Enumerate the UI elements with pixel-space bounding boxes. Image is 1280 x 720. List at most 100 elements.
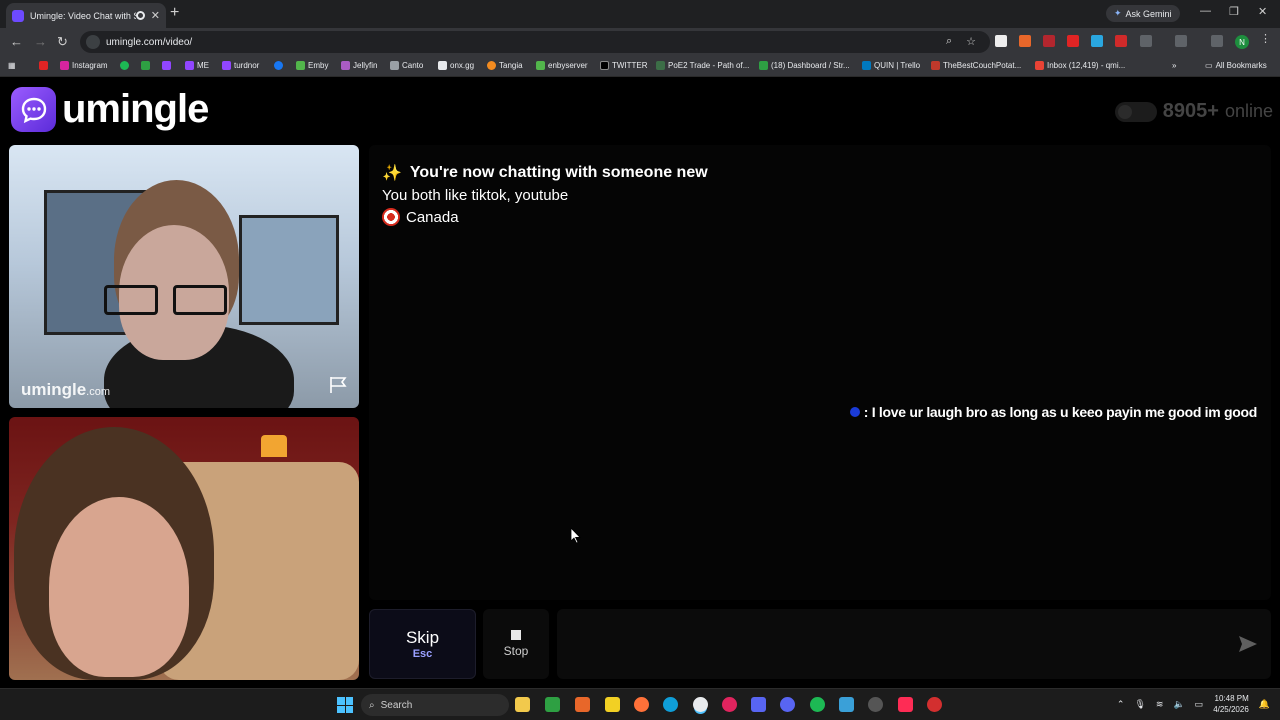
bookmark-emby[interactable]: Emby xyxy=(296,61,328,70)
maximize-icon[interactable]: ❐ xyxy=(1229,5,1239,18)
bookmark-youtube[interactable] xyxy=(39,61,48,70)
extension-red-icon[interactable] xyxy=(1043,35,1055,47)
bookmark-tangia[interactable]: Tangia xyxy=(487,61,523,70)
lamp xyxy=(261,435,287,457)
bookmark-label: ME xyxy=(197,61,209,70)
app-blue-icon[interactable] xyxy=(751,697,766,712)
search-icon: ⌕ xyxy=(369,699,375,711)
bookmark-star-icon[interactable]: ☆ xyxy=(966,35,976,48)
app-orange-icon[interactable] xyxy=(575,697,590,712)
file-explorer-icon[interactable] xyxy=(515,697,530,712)
stranger-country: Canada xyxy=(382,208,459,226)
bookmark-twitter[interactable]: TWITTER xyxy=(600,61,648,70)
youtube-icon xyxy=(39,61,48,70)
message-input[interactable] xyxy=(557,609,1271,679)
stop-label: Stop xyxy=(503,644,529,658)
url-text: umingle.com/video/ xyxy=(106,36,193,48)
browser-toolbar: ← → ↻ umingle.com/video/ ⌕ ☆ ⋮ xyxy=(0,28,1280,56)
battery-icon[interactable]: ▭ xyxy=(1195,699,1204,710)
forward-icon[interactable]: → xyxy=(34,34,47,49)
skip-hotkey: Esc xyxy=(412,648,433,660)
chrome-icon[interactable] xyxy=(693,697,708,712)
edge-icon[interactable] xyxy=(663,697,678,712)
site-info-icon[interactable] xyxy=(86,35,100,49)
volume-icon[interactable]: 🔈 xyxy=(1173,699,1184,710)
extension-youtube-icon[interactable] xyxy=(1067,35,1079,47)
all-bookmarks-label: All Bookmarks xyxy=(1215,61,1267,70)
microphone-icon[interactable]: 🎙 xyxy=(1134,699,1145,710)
bookmark-canto[interactable]: Canto xyxy=(390,61,423,70)
report-flag-icon[interactable] xyxy=(327,376,349,394)
ask-gemini-label: Ask Gemini xyxy=(1125,8,1172,19)
spotify-icon[interactable] xyxy=(810,697,825,712)
bookmark-me[interactable]: ME xyxy=(185,61,209,70)
bookmark-spotify[interactable] xyxy=(120,61,129,70)
windows-taskbar: ⌕ Search ⌃ 🎙 ≋ 🔈 ▭ 10:48 PM 4/25/2026 🔔 xyxy=(0,688,1280,720)
discord-icon[interactable] xyxy=(780,697,795,712)
x-icon xyxy=(600,61,609,70)
bookmark-turdnor[interactable]: turdnor xyxy=(222,61,259,70)
bookmark-poe2[interactable]: PoE2 Trade - Path of... xyxy=(656,61,749,70)
bookmark-enbyserver[interactable]: enbyserver xyxy=(536,61,588,70)
bookmark-gmail[interactable]: Inbox (12,419) - qmi... xyxy=(1035,61,1125,70)
extensions-puzzle-icon[interactable] xyxy=(1140,35,1152,47)
side-panel-icon[interactable] xyxy=(1175,35,1187,47)
twitch-icon xyxy=(222,61,231,70)
back-icon[interactable]: ← xyxy=(10,34,23,49)
browser-tab[interactable]: Umingle: Video Chat with S ✕ xyxy=(6,3,166,28)
taskbar-search[interactable]: ⌕ Search xyxy=(361,694,509,716)
firefox-icon[interactable] xyxy=(634,697,649,712)
extension-stop-icon[interactable] xyxy=(1115,35,1127,47)
skip-button[interactable]: Skip Esc xyxy=(369,609,476,679)
close-tab-icon[interactable]: ✕ xyxy=(151,9,160,22)
self-video xyxy=(9,417,359,680)
minimize-icon[interactable]: — xyxy=(1200,5,1211,17)
tab-search-icon[interactable] xyxy=(1211,35,1223,47)
taskbar-clock[interactable]: 10:48 PM 4/25/2026 xyxy=(1213,693,1249,715)
reload-icon[interactable]: ↻ xyxy=(57,34,68,50)
wifi-icon[interactable]: ≋ xyxy=(1156,699,1164,710)
system-tray: ⌃ 🎙 ≋ 🔈 ▭ 10:48 PM 4/25/2026 🔔 xyxy=(1117,693,1270,715)
extension-blue-icon[interactable] xyxy=(1091,35,1103,47)
new-tab-button[interactable]: + xyxy=(170,4,179,22)
opera-icon[interactable] xyxy=(722,697,737,712)
bookmark-jellyfin[interactable]: Jellyfin xyxy=(341,61,377,70)
send-icon[interactable] xyxy=(1238,635,1258,653)
address-bar[interactable]: umingle.com/video/ ⌕ ☆ xyxy=(80,31,990,53)
obs-icon[interactable] xyxy=(868,697,883,712)
chat-bubble-logo-icon xyxy=(11,87,56,132)
bookmark-onx[interactable]: onx.gg xyxy=(438,61,474,70)
app-red-icon[interactable] xyxy=(927,697,942,712)
zoom-icon[interactable]: ⌕ xyxy=(946,35,952,48)
apps-grid-icon[interactable]: ▦ xyxy=(8,61,16,70)
sticky-notes-icon[interactable] xyxy=(605,697,620,712)
bookmark-instagram[interactable]: Instagram xyxy=(60,61,108,70)
close-window-icon[interactable]: ✕ xyxy=(1258,5,1267,18)
bookmark-facebook[interactable] xyxy=(274,61,283,70)
bookmark-trello[interactable]: QUIN | Trello xyxy=(862,61,920,70)
notepad-icon[interactable] xyxy=(839,697,854,712)
profile-avatar[interactable]: N xyxy=(1235,35,1249,49)
bookmark-couchpotato[interactable]: TheBestCouchPotat... xyxy=(931,61,1021,70)
extension-k-icon[interactable] xyxy=(995,35,1007,47)
play-app-icon[interactable] xyxy=(545,697,560,712)
trello-icon xyxy=(862,61,871,70)
tray-overflow-icon[interactable]: ⌃ xyxy=(1117,699,1125,710)
tiktok-icon[interactable] xyxy=(898,697,913,712)
extension-fox-icon[interactable] xyxy=(1019,35,1031,47)
windows-start-icon[interactable] xyxy=(337,697,353,713)
stranger-message: : I love ur laugh bro as long as u keeo … xyxy=(849,404,1257,420)
bookmark-twitch[interactable] xyxy=(162,61,171,70)
browser-menu-icon[interactable]: ⋮ xyxy=(1260,32,1272,45)
stop-button[interactable]: Stop xyxy=(483,609,549,679)
bookmark-green[interactable] xyxy=(141,61,150,70)
bookmark-dashboard[interactable]: (18) Dashboard / Str... xyxy=(759,61,850,70)
all-bookmarks[interactable]: ▭ All Bookmarks xyxy=(1205,61,1267,70)
umingle-logo[interactable]: umingle xyxy=(11,87,209,132)
stop-icon xyxy=(511,630,521,640)
bookmarks-overflow-icon[interactable]: » xyxy=(1172,61,1176,70)
logo-text: umingle xyxy=(62,87,209,131)
ask-gemini-button[interactable]: ✦ Ask Gemini xyxy=(1106,5,1180,22)
online-toggle[interactable] xyxy=(1114,101,1157,122)
notification-icon[interactable]: 🔔 xyxy=(1259,699,1270,710)
